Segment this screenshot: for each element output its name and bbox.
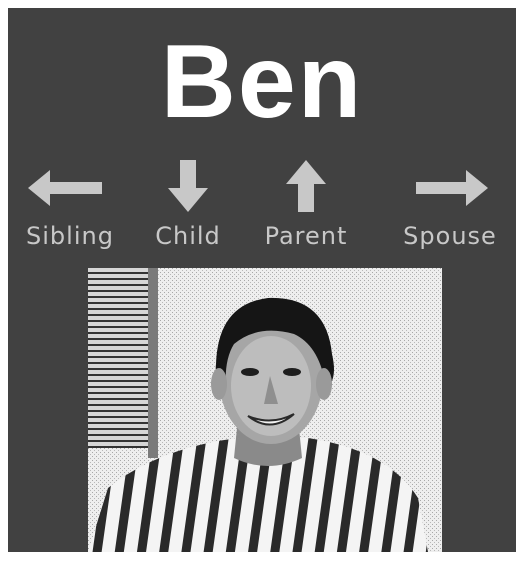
family-tree-panel: Ben Sibling Child Parent Spouse (8, 8, 516, 552)
spouse-button[interactable]: Spouse (390, 158, 510, 258)
sibling-label: Sibling (26, 222, 114, 250)
person-name: Ben (160, 24, 364, 140)
arrow-left-icon (28, 170, 102, 206)
relation-nav: Sibling Child Parent Spouse (8, 158, 516, 258)
person-photo (88, 268, 442, 552)
arrow-right-icon (416, 170, 488, 206)
parent-label: Parent (264, 222, 348, 250)
arrow-down-icon (168, 160, 208, 212)
parent-button[interactable]: Parent (246, 158, 366, 258)
bottom-margin (0, 552, 528, 564)
child-button[interactable]: Child (128, 158, 248, 258)
arrow-up-icon (286, 160, 326, 212)
child-label: Child (155, 222, 221, 250)
spouse-label: Spouse (403, 222, 497, 250)
sibling-button[interactable]: Sibling (10, 158, 130, 258)
